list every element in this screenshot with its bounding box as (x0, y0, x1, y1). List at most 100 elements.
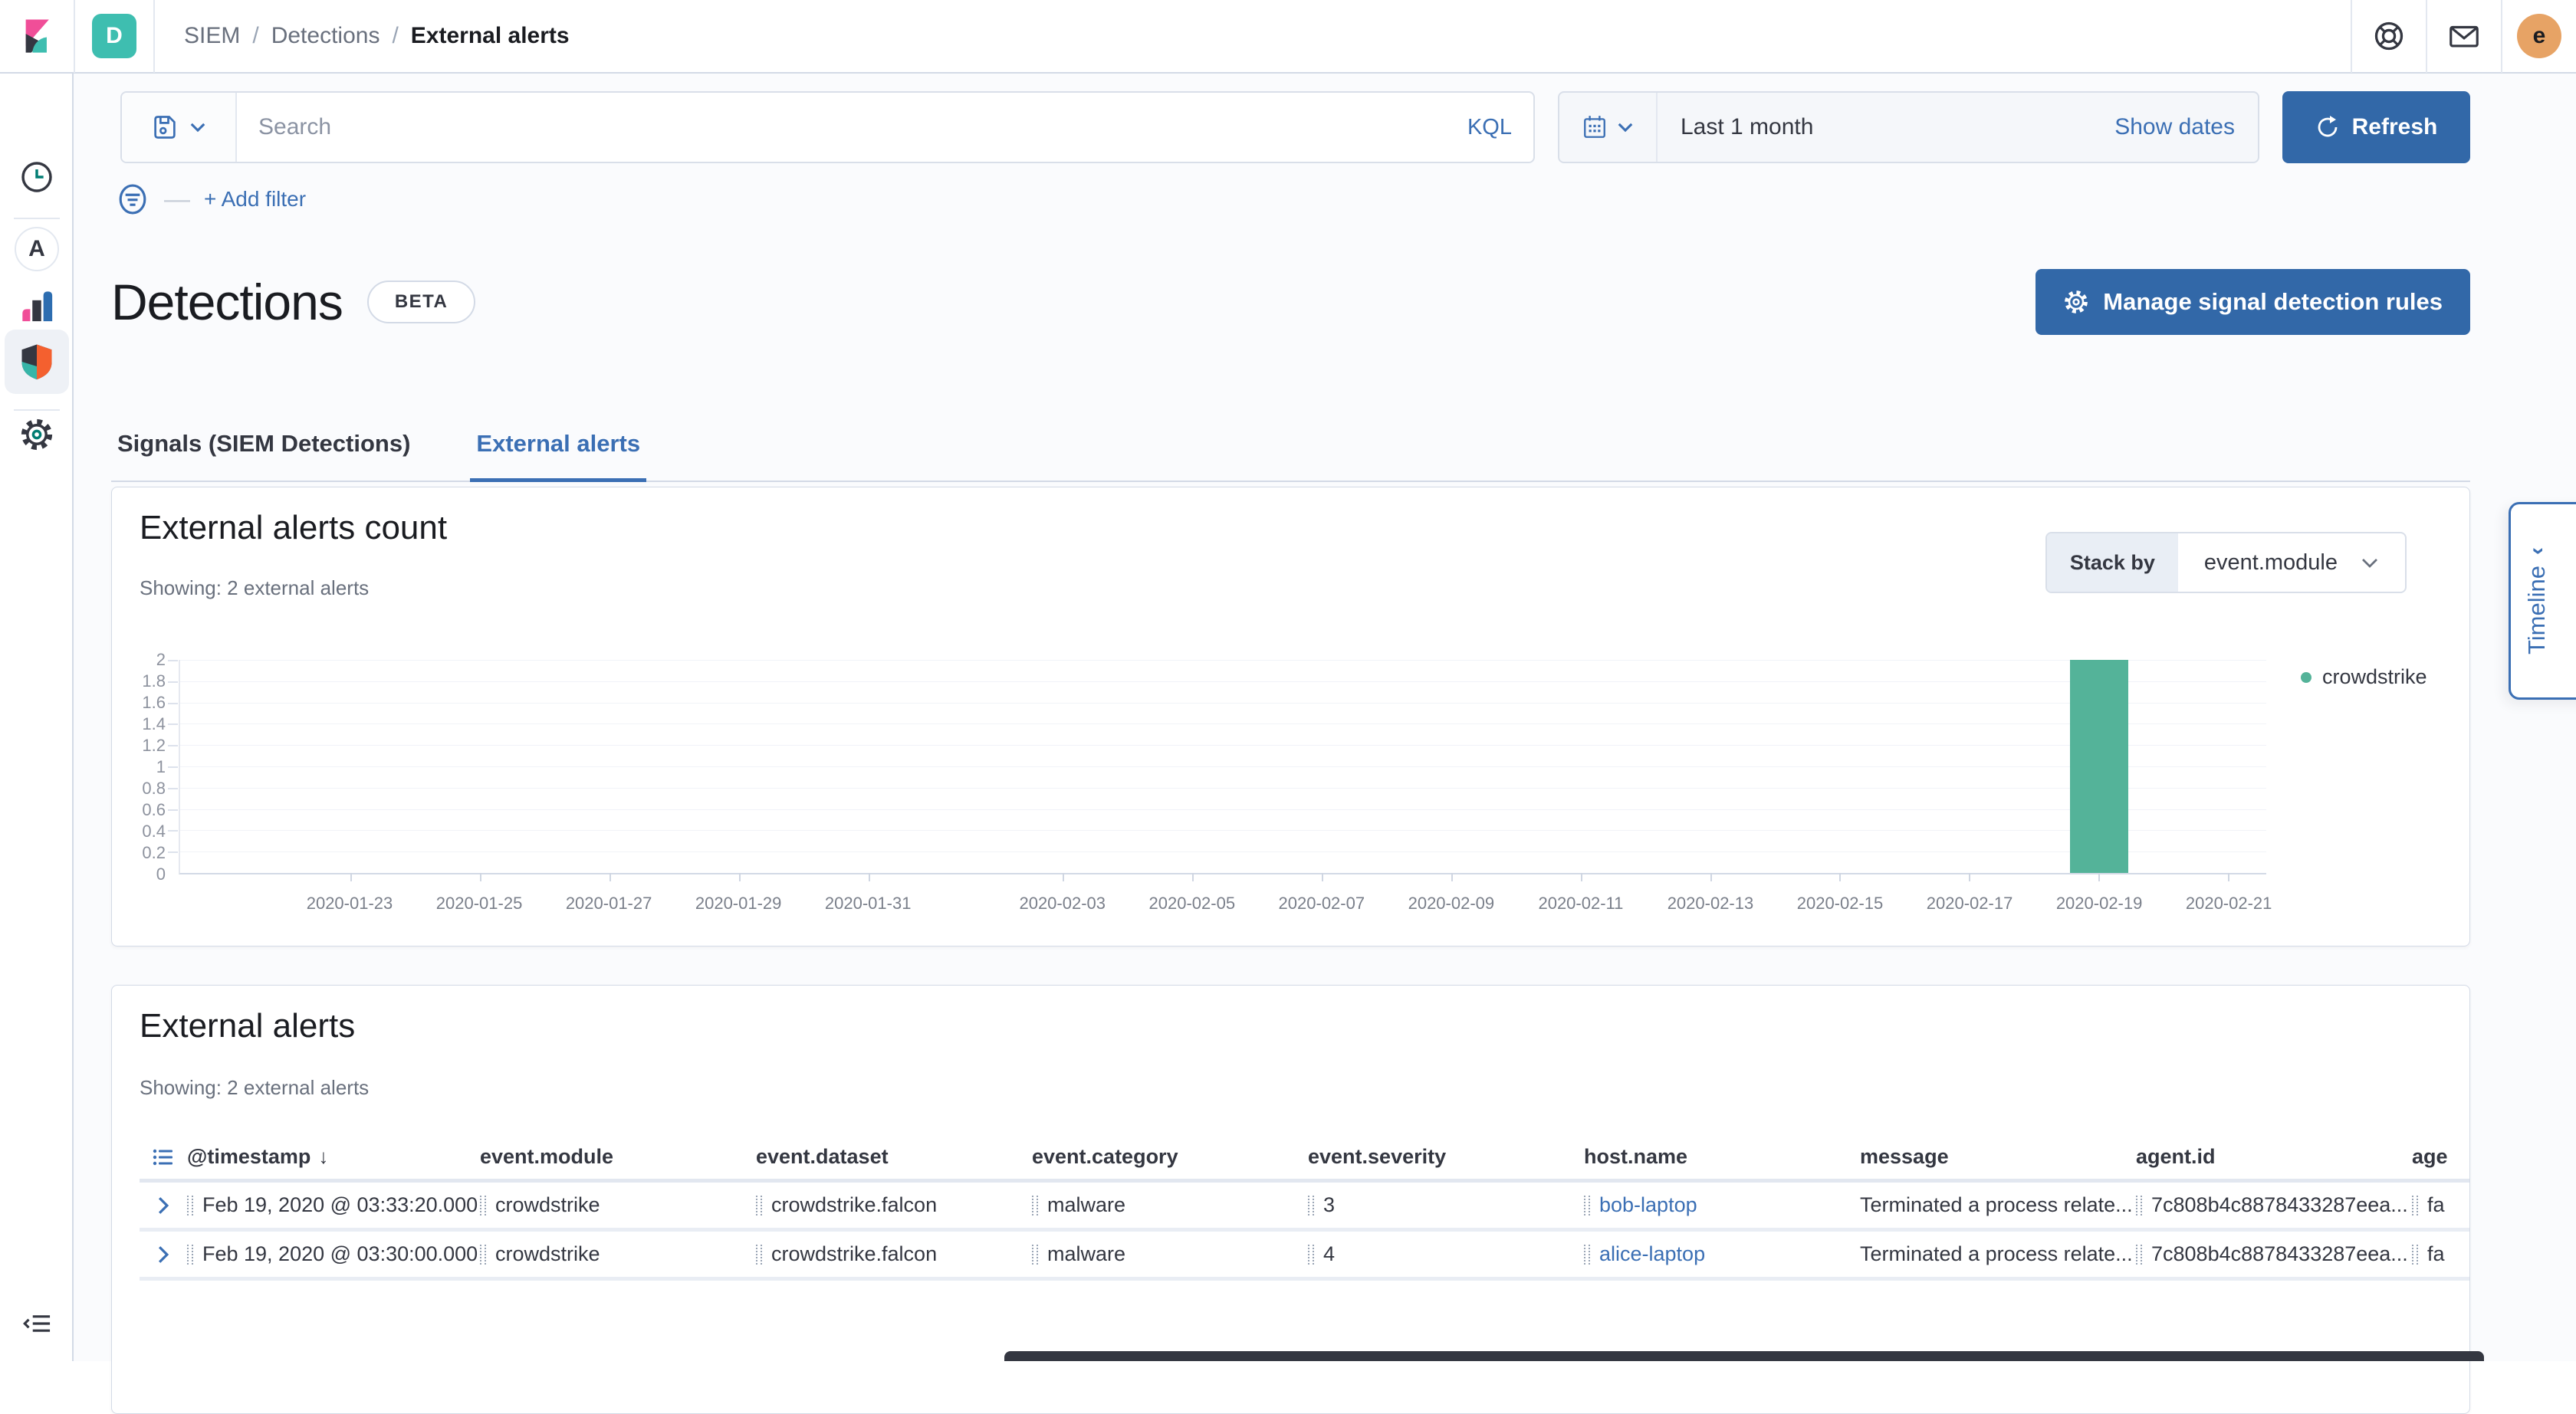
search-input[interactable] (237, 114, 1446, 140)
kibana-logo[interactable] (0, 18, 74, 54)
kql-syntax-button[interactable]: KQL (1446, 115, 1533, 140)
filter-menu-icon[interactable] (115, 182, 150, 217)
sidebar-item-recent[interactable] (0, 159, 74, 195)
cell-agent-id[interactable]: 7c808b4c8878433287eea... (2136, 1242, 2412, 1266)
sidebar-item-apm[interactable]: A (0, 227, 74, 271)
cell-event-severity[interactable]: 4 (1308, 1242, 1584, 1266)
date-quick-menu-button[interactable] (1559, 93, 1658, 162)
sidebar-item-metrics[interactable] (0, 288, 74, 323)
cell-event-severity[interactable]: 3 (1308, 1193, 1584, 1217)
cell-event-dataset[interactable]: crowdstrike.falcon (756, 1193, 1032, 1217)
drag-handle[interactable] (2412, 1196, 2418, 1216)
drag-handle[interactable] (756, 1196, 762, 1216)
drag-handle[interactable] (480, 1245, 486, 1265)
cell-host-name[interactable]: bob-laptop (1584, 1193, 1860, 1217)
header-event-dataset[interactable]: event.dataset (756, 1145, 1032, 1169)
cell-agent-truncated[interactable]: fa (2412, 1242, 2469, 1266)
header-event-module[interactable]: event.module (480, 1145, 756, 1169)
drag-handle[interactable] (187, 1245, 193, 1265)
show-dates-button[interactable]: Show dates (2114, 114, 2258, 140)
cell-event-module[interactable]: crowdstrike (480, 1193, 756, 1217)
sidebar-item-siem-active[interactable] (0, 330, 74, 380)
header-message[interactable]: message (1860, 1145, 2136, 1169)
cell-agent-truncated[interactable]: fa (2412, 1193, 2469, 1217)
y-tick-label: 1 (156, 757, 166, 777)
stack-by-select[interactable]: event.module (2178, 533, 2405, 592)
drag-handle[interactable] (2412, 1245, 2418, 1265)
collapse-sidebar-button[interactable] (0, 1307, 74, 1340)
cell-event-module[interactable]: crowdstrike (480, 1242, 756, 1266)
breadcrumb-separator: / (252, 23, 258, 49)
tab-external-alerts[interactable]: External alerts (470, 430, 646, 481)
expand-row-button[interactable] (140, 1196, 187, 1216)
y-tick-label: 0 (156, 864, 166, 884)
tab-signals[interactable]: Signals (SIEM Detections) (111, 430, 416, 481)
cell-timestamp[interactable]: Feb 19, 2020 @ 03:30:00.000 (187, 1242, 480, 1266)
gridline (180, 703, 2266, 704)
add-filter-button[interactable]: + Add filter (204, 187, 306, 212)
cell-host-name[interactable]: alice-laptop (1584, 1242, 1860, 1266)
gridline (180, 809, 2266, 810)
header-event-severity[interactable]: event.severity (1308, 1145, 1584, 1169)
x-tick-mark (350, 873, 352, 881)
x-tick-label: 2020-02-09 (1408, 894, 1495, 914)
sort-desc-icon: ↓ (318, 1145, 328, 1169)
saved-query-menu-button[interactable] (122, 93, 237, 162)
gridline (180, 766, 2266, 767)
x-tick-mark (1969, 873, 1970, 881)
cell-timestamp[interactable]: Feb 19, 2020 @ 03:33:20.000 (187, 1193, 480, 1217)
gridline (180, 660, 2266, 661)
drag-handle[interactable] (1032, 1196, 1038, 1216)
timeline-collapsed-bar[interactable] (1004, 1351, 2484, 1361)
drag-handle[interactable] (1308, 1245, 1314, 1265)
drag-handle[interactable] (756, 1245, 762, 1265)
newsfeed-button[interactable] (2427, 0, 2501, 73)
sidebar-item-management[interactable] (0, 417, 74, 452)
legend-label[interactable]: crowdstrike (2322, 665, 2427, 689)
user-menu-button[interactable]: e (2502, 0, 2576, 73)
header-timestamp[interactable]: @timestamp ↓ (187, 1145, 480, 1169)
header-host-name[interactable]: host.name (1584, 1145, 1860, 1169)
header-event-category[interactable]: event.category (1032, 1145, 1308, 1169)
drag-handle[interactable] (1032, 1245, 1038, 1265)
drag-handle[interactable] (187, 1196, 193, 1216)
gridline (180, 830, 2266, 831)
host-link[interactable]: bob-laptop (1599, 1193, 1697, 1217)
drag-handle[interactable] (1584, 1245, 1590, 1265)
drag-handle[interactable] (480, 1196, 486, 1216)
x-tick-label: 2020-02-11 (1538, 894, 1623, 914)
cell-event-category[interactable]: malware (1032, 1242, 1308, 1266)
calendar-icon (1582, 114, 1608, 140)
date-picker: Last 1 month Show dates (1558, 91, 2259, 163)
header-agent-id[interactable]: agent.id (2136, 1145, 2412, 1169)
manage-signal-detection-rules-button[interactable]: Manage signal detection rules (2036, 269, 2470, 335)
panel-title: External alerts (140, 1007, 355, 1045)
breadcrumb-detections[interactable]: Detections (271, 23, 380, 49)
timeline-flyout-button[interactable]: Timeline ‹ (2509, 502, 2576, 700)
drag-handle[interactable] (1584, 1196, 1590, 1216)
breadcrumb-siem[interactable]: SIEM (184, 23, 240, 49)
mail-icon (2446, 18, 2482, 54)
time-range-value[interactable]: Last 1 month (1658, 114, 1813, 140)
panel-subtitle: Showing: 2 external alerts (140, 1076, 369, 1100)
host-link[interactable]: alice-laptop (1599, 1242, 1705, 1266)
cell-event-category[interactable]: malware (1032, 1193, 1308, 1217)
stack-by-label: Stack by (2047, 533, 2178, 592)
help-button[interactable] (2352, 0, 2426, 73)
chevron-expand-icon: ‹ (2524, 547, 2550, 555)
page-title: Detections (111, 273, 343, 331)
expand-row-button[interactable] (140, 1245, 187, 1265)
column-settings-button[interactable] (140, 1145, 187, 1170)
cell-agent-id[interactable]: 7c808b4c8878433287eea... (2136, 1193, 2412, 1217)
cell-event-dataset[interactable]: crowdstrike.falcon (756, 1242, 1032, 1266)
bar-crowdstrike-2020-02-19[interactable] (2070, 660, 2128, 873)
drag-handle[interactable] (2136, 1245, 2142, 1265)
x-tick-mark (1710, 873, 1712, 881)
chevron-right-icon (153, 1196, 173, 1216)
drag-handle[interactable] (2136, 1196, 2142, 1216)
drag-handle[interactable] (1308, 1196, 1314, 1216)
table-header-row: @timestamp ↓ event.module event.dataset … (140, 1135, 2469, 1183)
refresh-button[interactable]: Refresh (2282, 91, 2470, 163)
space-badge[interactable]: D (92, 14, 136, 58)
header-agent-truncated[interactable]: age (2412, 1145, 2469, 1169)
